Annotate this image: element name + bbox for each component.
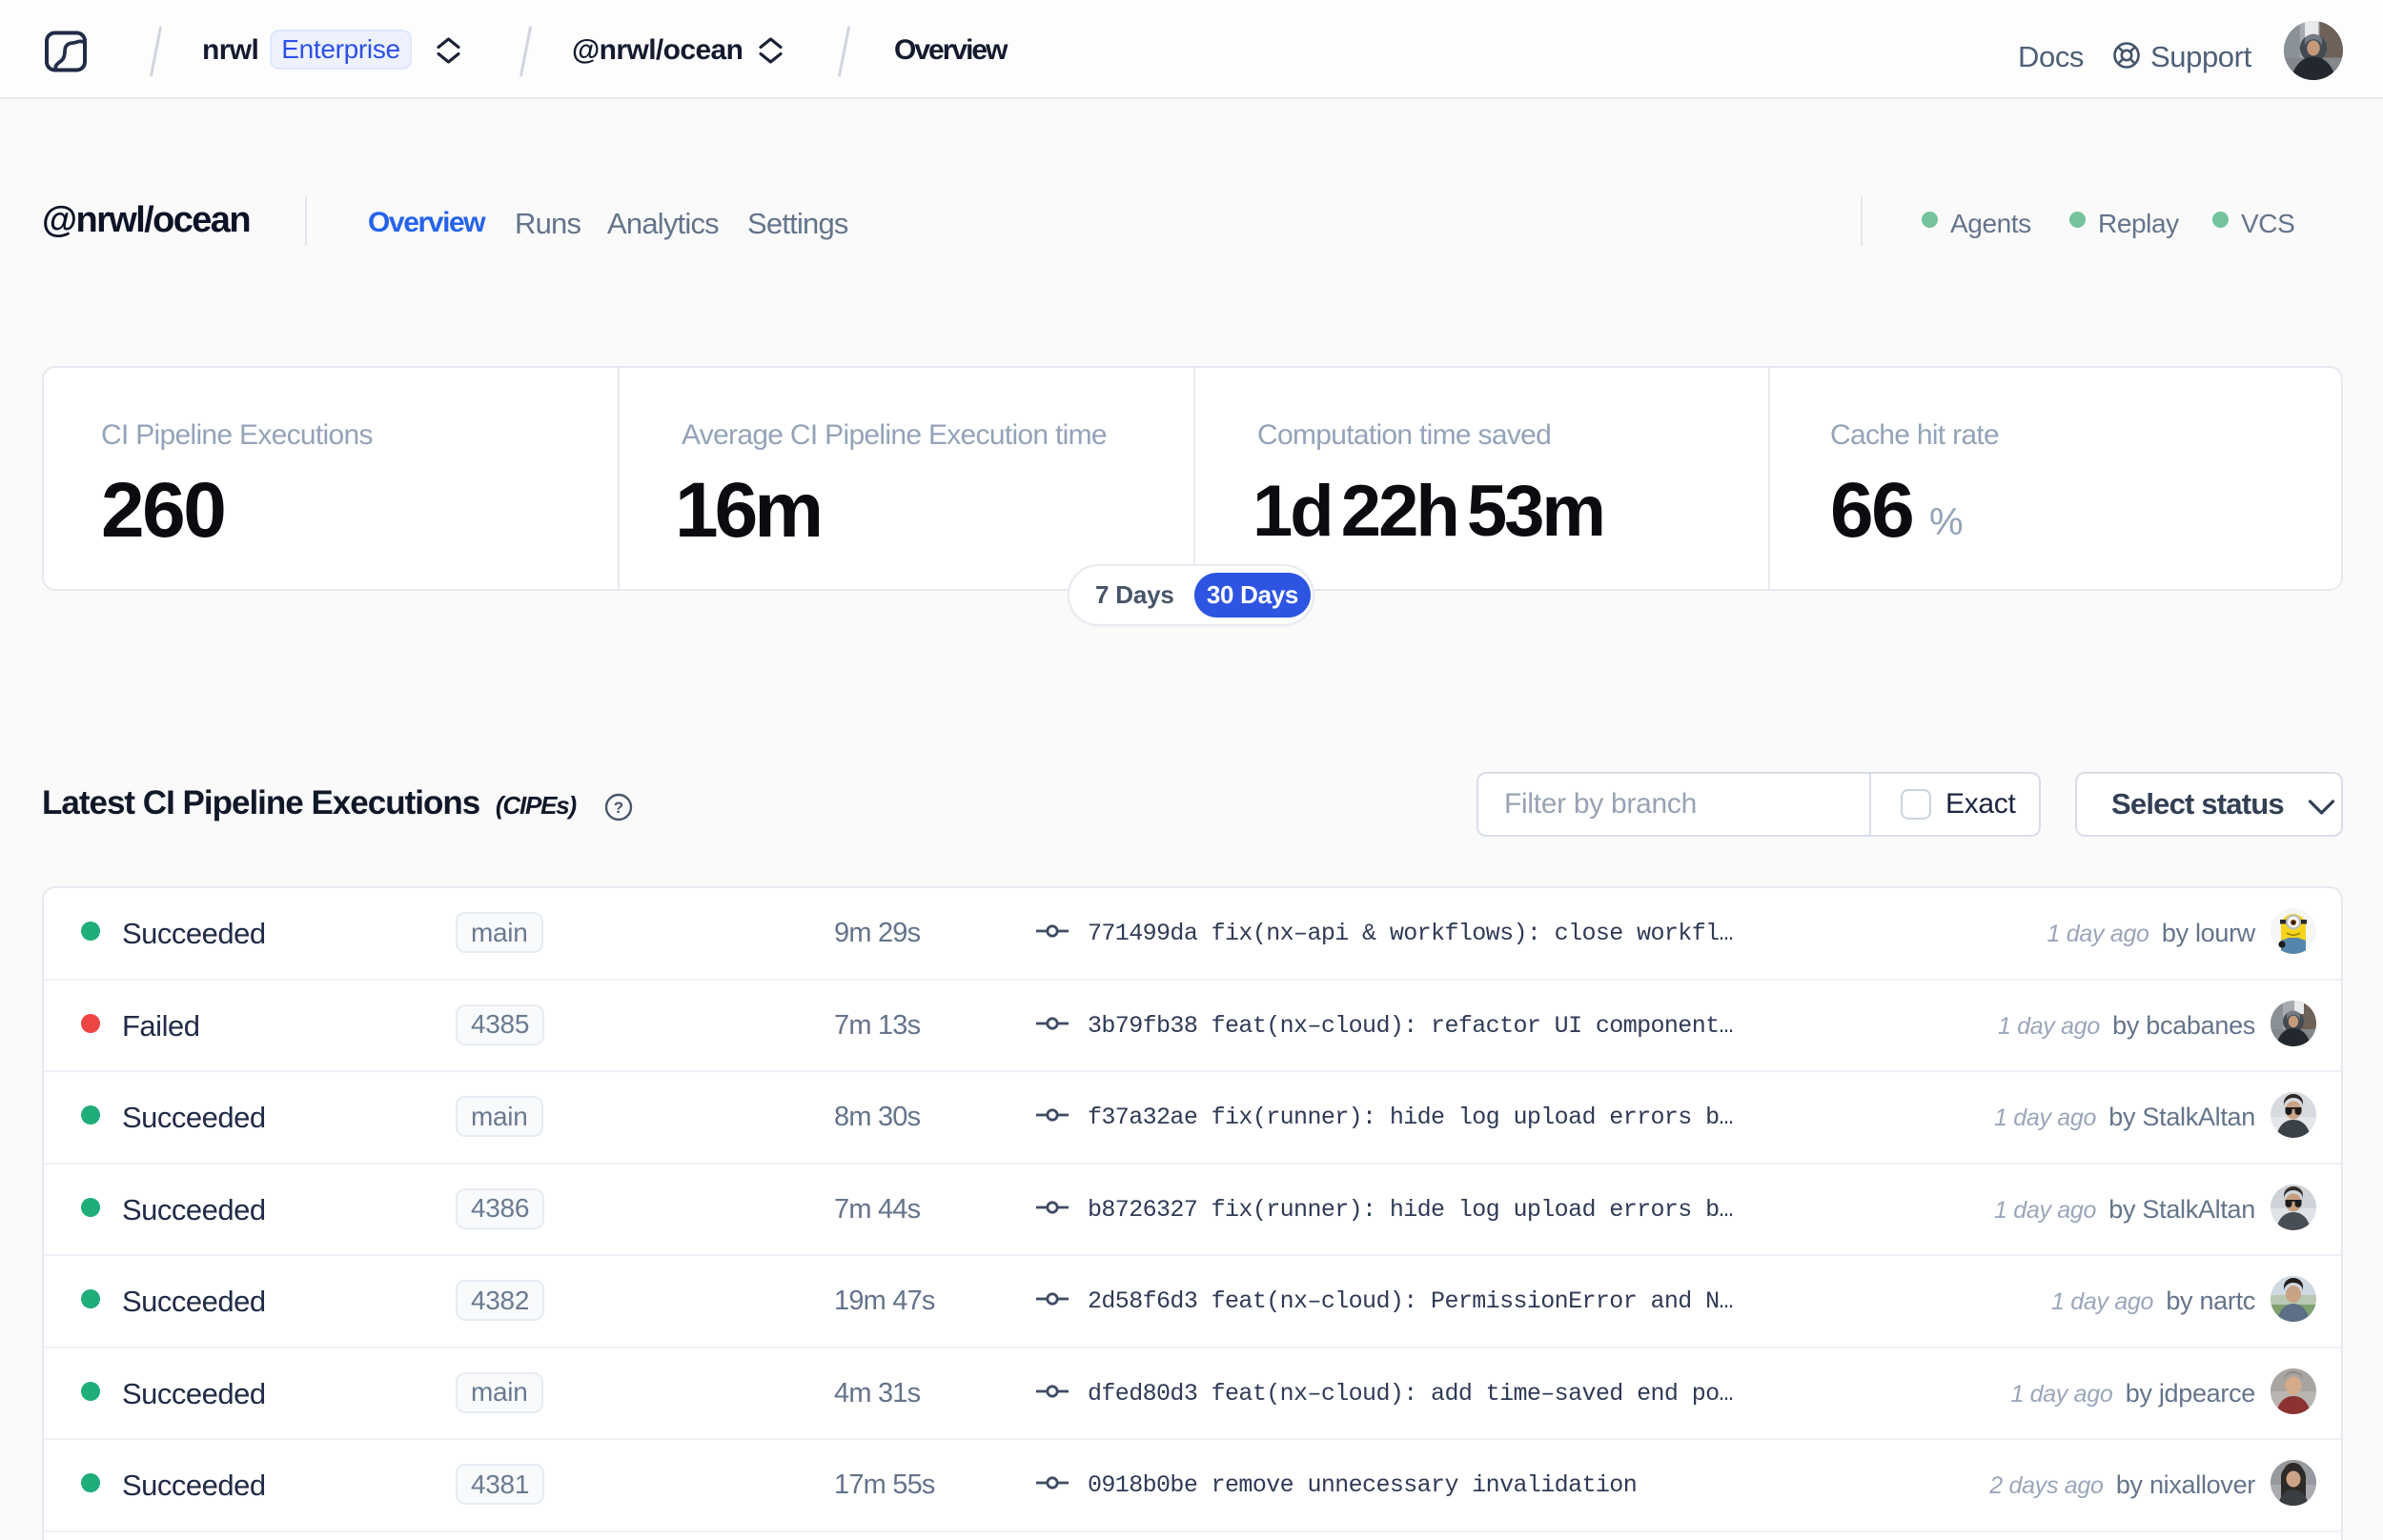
svg-text:?: ? — [614, 799, 623, 817]
